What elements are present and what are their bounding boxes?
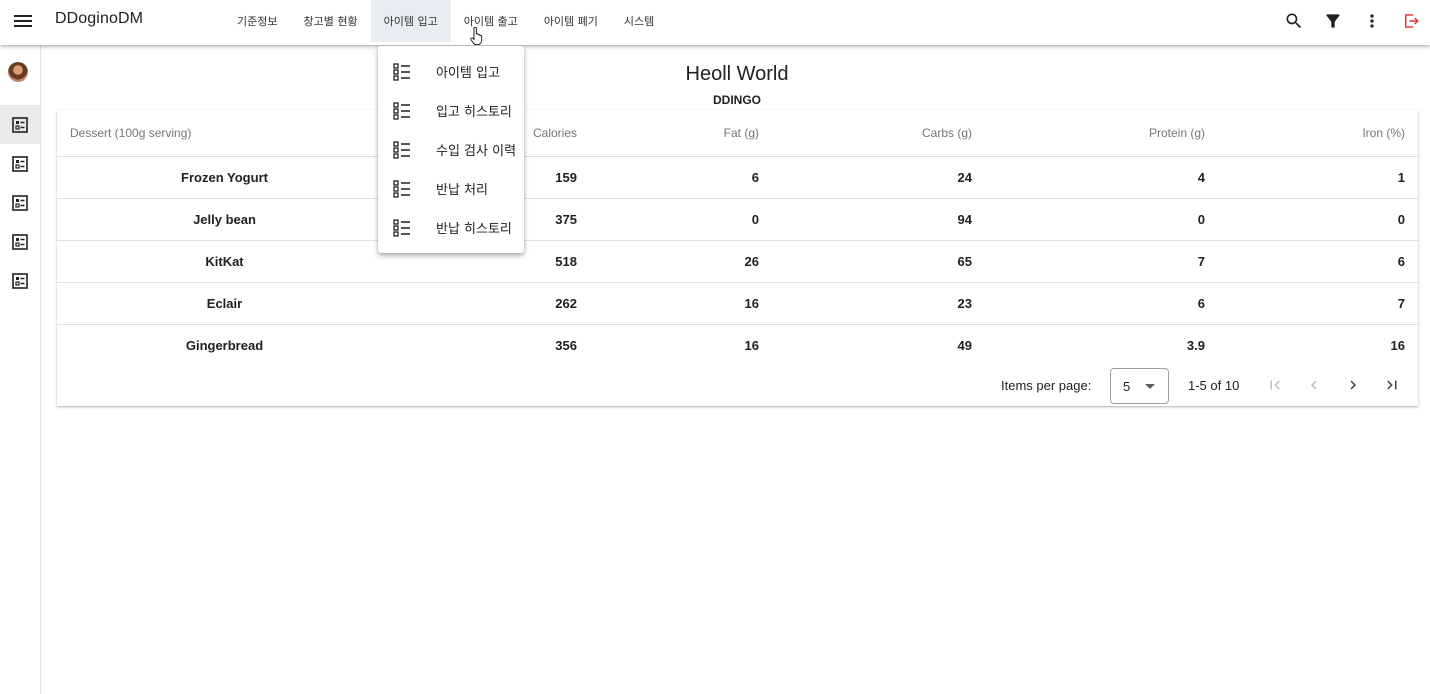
menu-item-label: 입고 히스토리	[436, 105, 512, 120]
checklist-icon	[393, 140, 410, 159]
table-row[interactable]: KitKat 518 26 65 7 6	[57, 240, 1418, 283]
cell-protein: 3.9	[1186, 337, 1205, 353]
table-row[interactable]: Gingerbread 356 16 49 3.9 16	[57, 324, 1418, 366]
header-carbs: Carbs (g)	[759, 110, 972, 157]
cell-dessert: Eclair	[57, 282, 392, 325]
last-page-icon	[1387, 380, 1397, 390]
hand-cursor-icon	[470, 27, 483, 45]
previous-page-button[interactable]	[1301, 372, 1327, 398]
nav-item-master-data[interactable]: 기준정보	[224, 0, 290, 42]
cell-fat: 16	[577, 282, 759, 325]
sidebar-item-3[interactable]	[0, 183, 40, 222]
menu-item-return-processing[interactable]: 반납 처리	[378, 169, 524, 208]
chevron-left-icon	[1311, 380, 1317, 390]
checklist-icon	[393, 62, 410, 81]
search-icon[interactable]	[1274, 8, 1313, 34]
cell-calories: 356	[555, 337, 577, 353]
cell-dessert: Jelly bean	[57, 198, 392, 241]
cell-calories: 262	[392, 282, 577, 325]
cell-dessert: Frozen Yogurt	[57, 156, 392, 199]
cell-protein: 4	[972, 156, 1205, 199]
header-dessert: Dessert (100g serving)	[57, 110, 392, 157]
checklist-icon	[12, 155, 28, 172]
nav-item-item-outbound[interactable]: 아이템 출고	[451, 0, 531, 42]
page-range-label: 1-5 of 10	[1188, 378, 1240, 393]
sidebar-item-4[interactable]	[0, 222, 40, 261]
table-row[interactable]: Eclair 262 16 23 6 7	[57, 282, 1418, 325]
checklist-icon	[12, 272, 28, 289]
nav-item-item-disposal[interactable]: 아이템 폐기	[531, 0, 611, 42]
table-header-row: Dessert (100g serving) Calories Fat (g) …	[57, 110, 1418, 157]
menu-item-inbound-history[interactable]: 입고 히스토리	[378, 91, 524, 130]
page-size-select[interactable]: 5	[1110, 368, 1169, 404]
sidebar-item-5[interactable]	[0, 261, 40, 300]
checklist-icon	[12, 233, 28, 250]
cell-iron: 1	[1205, 156, 1418, 199]
page-subtitle: DDINGO	[713, 93, 761, 107]
nav-item-system[interactable]: 시스템	[611, 0, 667, 42]
page-size-value: 5	[1123, 379, 1131, 394]
app-title[interactable]: DDoginoDM	[55, 10, 143, 28]
cell-carbs: 23	[759, 282, 972, 325]
cell-protein: 6	[972, 282, 1205, 325]
paginator: Items per page: 5 1-5 of 10	[57, 364, 1418, 406]
data-table-card: Dessert (100g serving) Calories Fat (g) …	[57, 110, 1418, 406]
menu-item-inspection-history[interactable]: 수입 검사 이력	[378, 130, 524, 169]
items-per-page-label: Items per page:	[1001, 378, 1092, 393]
cell-dessert: KitKat	[57, 240, 392, 283]
more-vert-icon[interactable]	[1352, 8, 1391, 34]
menu-item-label: 반납 처리	[436, 183, 488, 198]
side-rail	[0, 45, 41, 694]
last-page-button[interactable]	[1379, 372, 1405, 398]
nav-item-warehouse-status[interactable]: 창고별 현황	[290, 0, 370, 42]
checklist-icon	[12, 194, 28, 211]
filter-icon[interactable]	[1313, 8, 1352, 34]
top-toolbar: DDoginoDM 기준정보 창고별 현황 아이템 입고 아이템 출고 아이템 …	[0, 0, 1430, 45]
header-protein: Protein (g)	[972, 110, 1205, 157]
cell-fat: 0	[577, 198, 759, 241]
table-row[interactable]: Jelly bean 375 0 94 0 0	[57, 198, 1418, 241]
cell-carbs: 94	[759, 198, 972, 241]
cell-iron: 6	[1205, 240, 1418, 283]
menu-item-label: 수입 검사 이력	[436, 144, 517, 159]
cell-dessert: Gingerbread	[185, 337, 264, 353]
cell-protein: 7	[972, 240, 1205, 283]
checklist-icon	[393, 218, 410, 237]
checklist-icon	[12, 116, 28, 133]
cell-iron: 16	[1390, 337, 1405, 353]
toolbar-actions	[1274, 8, 1430, 34]
header-iron: Iron (%)	[1205, 110, 1418, 157]
chevron-right-icon	[1350, 380, 1356, 390]
menu-icon[interactable]	[11, 9, 35, 33]
next-page-button[interactable]	[1340, 372, 1366, 398]
cell-fat: 26	[577, 240, 759, 283]
cell-fat: 16	[744, 337, 759, 353]
cell-iron: 0	[1205, 198, 1418, 241]
header-fat: Fat (g)	[577, 110, 759, 157]
logout-icon[interactable]	[1391, 8, 1430, 34]
data-table: Dessert (100g serving) Calories Fat (g) …	[57, 110, 1418, 366]
cell-fat: 6	[577, 156, 759, 199]
table-row[interactable]: Frozen Yogurt 159 6 24 4 1	[57, 156, 1418, 199]
top-nav: 기준정보 창고별 현황 아이템 입고 아이템 출고 아이템 폐기 시스템	[224, 0, 667, 42]
page-title: Heoll World	[685, 63, 789, 85]
nav-item-item-inbound[interactable]: 아이템 입고	[370, 0, 451, 42]
dropdown-arrow-icon	[1145, 384, 1155, 389]
cell-iron: 7	[1205, 282, 1418, 325]
cell-carbs: 24	[759, 156, 972, 199]
cell-carbs: 49	[957, 337, 972, 353]
checklist-icon	[393, 101, 410, 120]
first-page-button[interactable]	[1262, 372, 1288, 398]
menu-item-item-inbound[interactable]: 아이템 입고	[378, 52, 524, 91]
item-inbound-dropdown-menu: 아이템 입고 입고 히스토리 수입 검사 이력 반납 처리 반납 히스토리	[378, 46, 524, 253]
cell-carbs: 65	[759, 240, 972, 283]
first-page-icon	[1270, 380, 1280, 390]
menu-item-label: 반납 히스토리	[436, 222, 512, 237]
menu-item-label: 아이템 입고	[436, 66, 500, 81]
sidebar-item-2[interactable]	[0, 144, 40, 183]
cell-protein: 0	[972, 198, 1205, 241]
sidebar-item-1[interactable]	[0, 105, 40, 144]
menu-item-return-history[interactable]: 반납 히스토리	[378, 208, 524, 247]
checklist-icon	[393, 179, 410, 198]
